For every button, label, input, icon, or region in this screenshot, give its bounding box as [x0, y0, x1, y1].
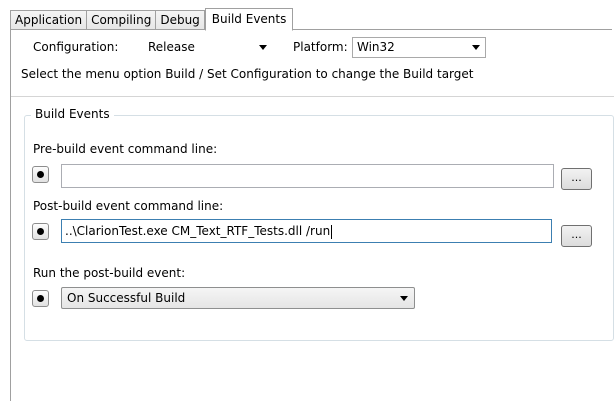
run-post-build-toggle-button[interactable] [32, 290, 49, 307]
chevron-down-icon [400, 296, 408, 301]
record-icon [37, 228, 44, 235]
run-post-build-select[interactable]: On Successful Build [61, 287, 415, 309]
group-title: Build Events [31, 107, 114, 121]
tab-strip: Application Compiling Debug Build Events [10, 8, 294, 31]
record-icon [37, 171, 44, 178]
configuration-value: Release [148, 40, 195, 54]
post-build-command-input[interactable]: ..\ClarionTest.exe CM_Text_RTF_Tests.dll… [61, 219, 552, 243]
pre-build-browse-button[interactable]: ... [561, 168, 592, 190]
platform-value: Win32 [357, 40, 395, 54]
platform-label: Platform: [293, 40, 348, 54]
tab-debug[interactable]: Debug [155, 10, 205, 30]
run-post-build-value: On Successful Build [67, 291, 186, 305]
chevron-down-icon [472, 45, 480, 50]
pre-build-label: Pre-build event command line: [33, 142, 218, 156]
divider [11, 96, 614, 97]
tab-application[interactable]: Application [10, 10, 87, 30]
platform-select[interactable]: Win32 [352, 37, 486, 58]
post-build-command-text: ..\ClarionTest.exe CM_Text_RTF_Tests.dll… [65, 224, 331, 238]
tab-compiling[interactable]: Compiling [86, 10, 156, 30]
configuration-select[interactable]: Release [143, 37, 273, 58]
post-build-toggle-button[interactable] [32, 223, 49, 240]
configuration-label: Configuration: [33, 40, 119, 54]
pre-build-toggle-button[interactable] [32, 166, 49, 183]
build-target-hint: Select the menu option Build / Set Confi… [21, 67, 474, 81]
post-build-label: Post-build event command line: [33, 199, 224, 213]
chevron-down-icon [259, 45, 267, 50]
post-build-browse-button[interactable]: ... [561, 225, 592, 247]
record-icon [37, 295, 44, 302]
text-caret [331, 224, 333, 239]
run-post-build-label: Run the post-build event: [33, 266, 186, 280]
build-events-panel: Configuration: Release Platform: Win32 S… [10, 29, 614, 401]
pre-build-command-input[interactable] [61, 164, 554, 188]
tab-build-events[interactable]: Build Events [204, 8, 294, 31]
